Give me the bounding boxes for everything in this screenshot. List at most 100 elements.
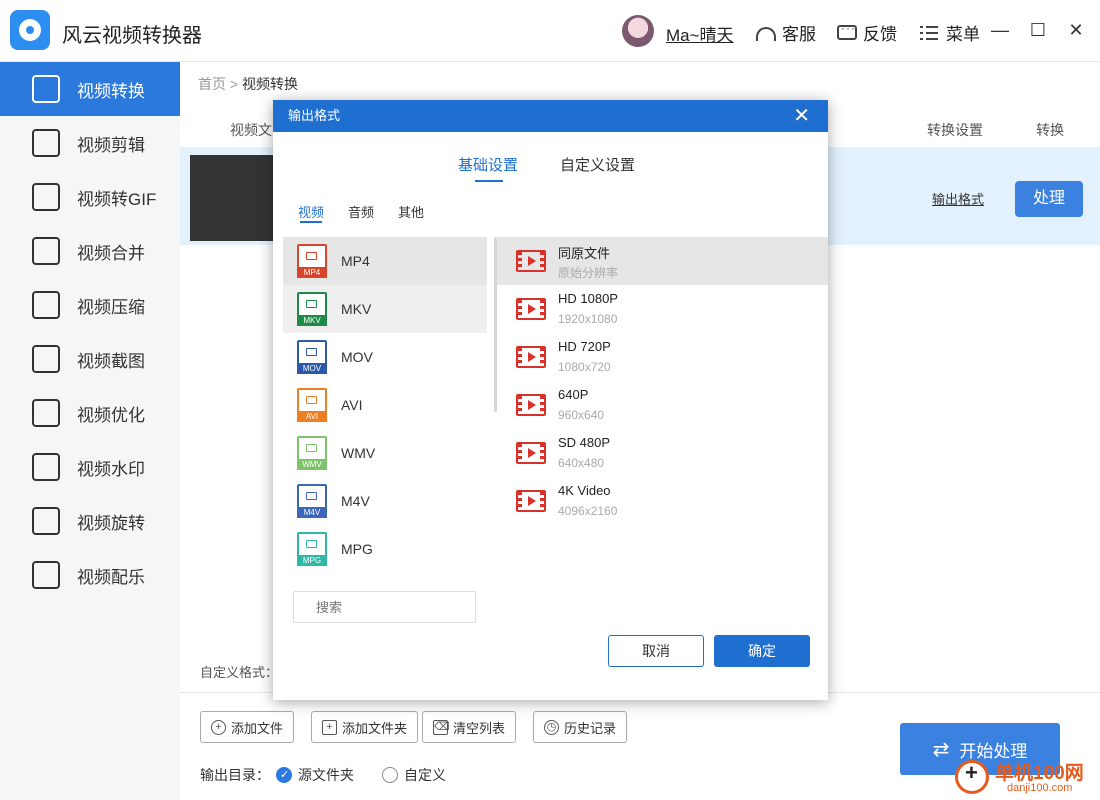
gif-icon	[32, 183, 60, 211]
folder-icon: +	[322, 719, 337, 735]
sidebar-item-video-convert[interactable]: 视频转换	[0, 62, 180, 116]
menu-icon	[920, 25, 940, 40]
add-file-button[interactable]: + 添加文件	[200, 711, 295, 743]
tab-custom-settings[interactable]: 自定义设置	[560, 154, 635, 175]
minimize-button[interactable]: —	[988, 18, 1012, 42]
format-item-mp4[interactable]: MP4 MP4	[283, 237, 487, 285]
trash-icon: ⌫	[433, 719, 450, 735]
format-label: WMV	[341, 445, 376, 461]
breadcrumb-home[interactable]: 首页	[198, 76, 226, 92]
format-item-mkv[interactable]: MKV MKV	[283, 285, 487, 333]
sidebar-item-label: 视频合并	[77, 243, 145, 263]
film-icon	[516, 442, 546, 464]
subtab-other[interactable]: 其他	[398, 202, 424, 221]
sidebar-item-label: 视频旋转	[77, 513, 145, 533]
headset-icon	[756, 26, 776, 41]
resolution-item-640p[interactable]: 640P 960x640	[497, 381, 828, 429]
breadcrumb: 首页 > 视频转换	[198, 74, 298, 94]
breadcrumb-separator: >	[229, 76, 239, 92]
service-button[interactable]: 客服	[756, 20, 816, 45]
sidebar-item-video-music[interactable]: 视频配乐	[0, 548, 180, 602]
sidebar-item-video-screenshot[interactable]: 视频截图	[0, 332, 180, 386]
rotate-icon	[32, 507, 60, 535]
sidebar-item-video-merge[interactable]: 视频合并	[0, 224, 180, 278]
plus-circle-icon: +	[211, 719, 226, 735]
avatar[interactable]	[622, 15, 654, 47]
repeat-icon: ⇄	[932, 738, 950, 761]
sidebar-item-video-rotate[interactable]: 视频旋转	[0, 494, 180, 548]
clear-list-label: 清空列表	[453, 720, 506, 736]
format-label: AVI	[341, 397, 363, 413]
resolution-name: HD 720P	[558, 339, 611, 354]
resolution-name: 同原文件	[558, 246, 611, 261]
clock-icon: ◷	[544, 719, 559, 735]
sidebar-item-label: 视频截图	[77, 351, 145, 371]
watermark-text: 单机100网	[995, 763, 1084, 784]
menu-button[interactable]: 菜单	[920, 20, 980, 45]
resolution-item-480p[interactable]: SD 480P 640x480	[497, 429, 828, 477]
avi-file-icon: AVI	[297, 388, 327, 422]
menu-label: 菜单	[946, 25, 980, 44]
sidebar-item-video-watermark[interactable]: 视频水印	[0, 440, 180, 494]
clear-list-button[interactable]: ⌫ 清空列表	[422, 711, 517, 743]
column-header-convert: 转换	[1036, 122, 1064, 138]
resolution-item-4k[interactable]: 4K Video 4096x2160	[497, 477, 828, 525]
tab-basic-settings[interactable]: 基础设置	[458, 154, 518, 175]
format-label: MKV	[341, 301, 372, 317]
breadcrumb-current: 视频转换	[241, 76, 298, 92]
output-format-link[interactable]: 输出格式	[932, 189, 984, 208]
format-item-mpg[interactable]: MPG MPG	[283, 525, 487, 573]
music-icon	[32, 561, 60, 589]
username-link[interactable]: Ma~晴天	[666, 21, 734, 46]
service-label: 客服	[782, 25, 816, 44]
close-button[interactable]: ✕	[1064, 18, 1088, 42]
column-header-settings: 转换设置	[927, 122, 983, 138]
watermark-icon	[32, 453, 60, 481]
close-icon[interactable]: ✕	[793, 100, 810, 132]
format-item-m4v[interactable]: M4V M4V	[283, 477, 487, 525]
resolution-dim: 960x640	[558, 408, 605, 422]
maximize-button[interactable]: ☐	[1026, 18, 1050, 42]
sidebar-item-video-compress[interactable]: 视频压缩	[0, 278, 180, 332]
history-button[interactable]: ◷ 历史记录	[533, 711, 628, 743]
resolution-dim: 4096x2160	[558, 504, 618, 518]
dialog-header: 输出格式 ✕	[273, 100, 828, 132]
merge-icon	[32, 237, 60, 265]
format-label: MOV	[341, 349, 373, 365]
output-dir: 输出目录： 源文件夹 自定义	[200, 765, 446, 785]
resolution-name: HD 1080P	[558, 291, 618, 306]
tab-indicator	[475, 180, 503, 182]
sidebar-item-video-gif[interactable]: 视频转GIF	[0, 170, 180, 224]
subtab-video[interactable]: 视频	[298, 202, 324, 221]
video-convert-icon	[32, 75, 60, 103]
history-label: 历史记录	[564, 720, 617, 736]
resolution-dim: 原始分辨率	[558, 266, 619, 280]
feedback-button[interactable]: 反馈	[837, 20, 897, 45]
radio-source-folder[interactable]	[276, 767, 292, 783]
resolution-item-720p[interactable]: HD 720P 1080x720	[497, 333, 828, 381]
title-bar: 风云视频转换器 Ma~晴天 客服 反馈 菜单 — ☐ ✕	[0, 0, 1100, 62]
resolution-item-original[interactable]: 同原文件 原始分辨率	[497, 237, 828, 285]
format-item-avi[interactable]: AVI AVI	[283, 381, 487, 429]
sidebar-item-video-edit[interactable]: 视频剪辑	[0, 116, 180, 170]
cancel-button[interactable]: 取消	[608, 635, 704, 667]
sidebar-item-label: 视频配乐	[77, 567, 145, 587]
radio-custom[interactable]	[382, 767, 398, 783]
resolution-name: 640P	[558, 387, 589, 402]
format-item-wmv[interactable]: WMV WMV	[283, 429, 487, 477]
dialog-title: 输出格式	[288, 108, 341, 123]
film-icon	[516, 250, 546, 272]
process-button[interactable]: 处理	[1015, 181, 1083, 217]
sidebar-item-label: 视频水印	[77, 459, 145, 479]
sidebar-item-video-optimize[interactable]: 视频优化	[0, 386, 180, 440]
resolution-item-1080p[interactable]: HD 1080P 1920x1080	[497, 285, 828, 333]
format-search-input[interactable]	[293, 591, 476, 623]
subtab-indicator	[300, 221, 322, 223]
format-label: M4V	[341, 493, 370, 509]
format-item-mov[interactable]: MOV MOV	[283, 333, 487, 381]
confirm-button[interactable]: 确定	[714, 635, 810, 667]
resolution-dim: 640x480	[558, 456, 605, 470]
subtab-audio[interactable]: 音频	[348, 202, 374, 221]
add-folder-button[interactable]: + 添加文件夹	[311, 711, 419, 743]
optimize-icon	[32, 399, 60, 427]
